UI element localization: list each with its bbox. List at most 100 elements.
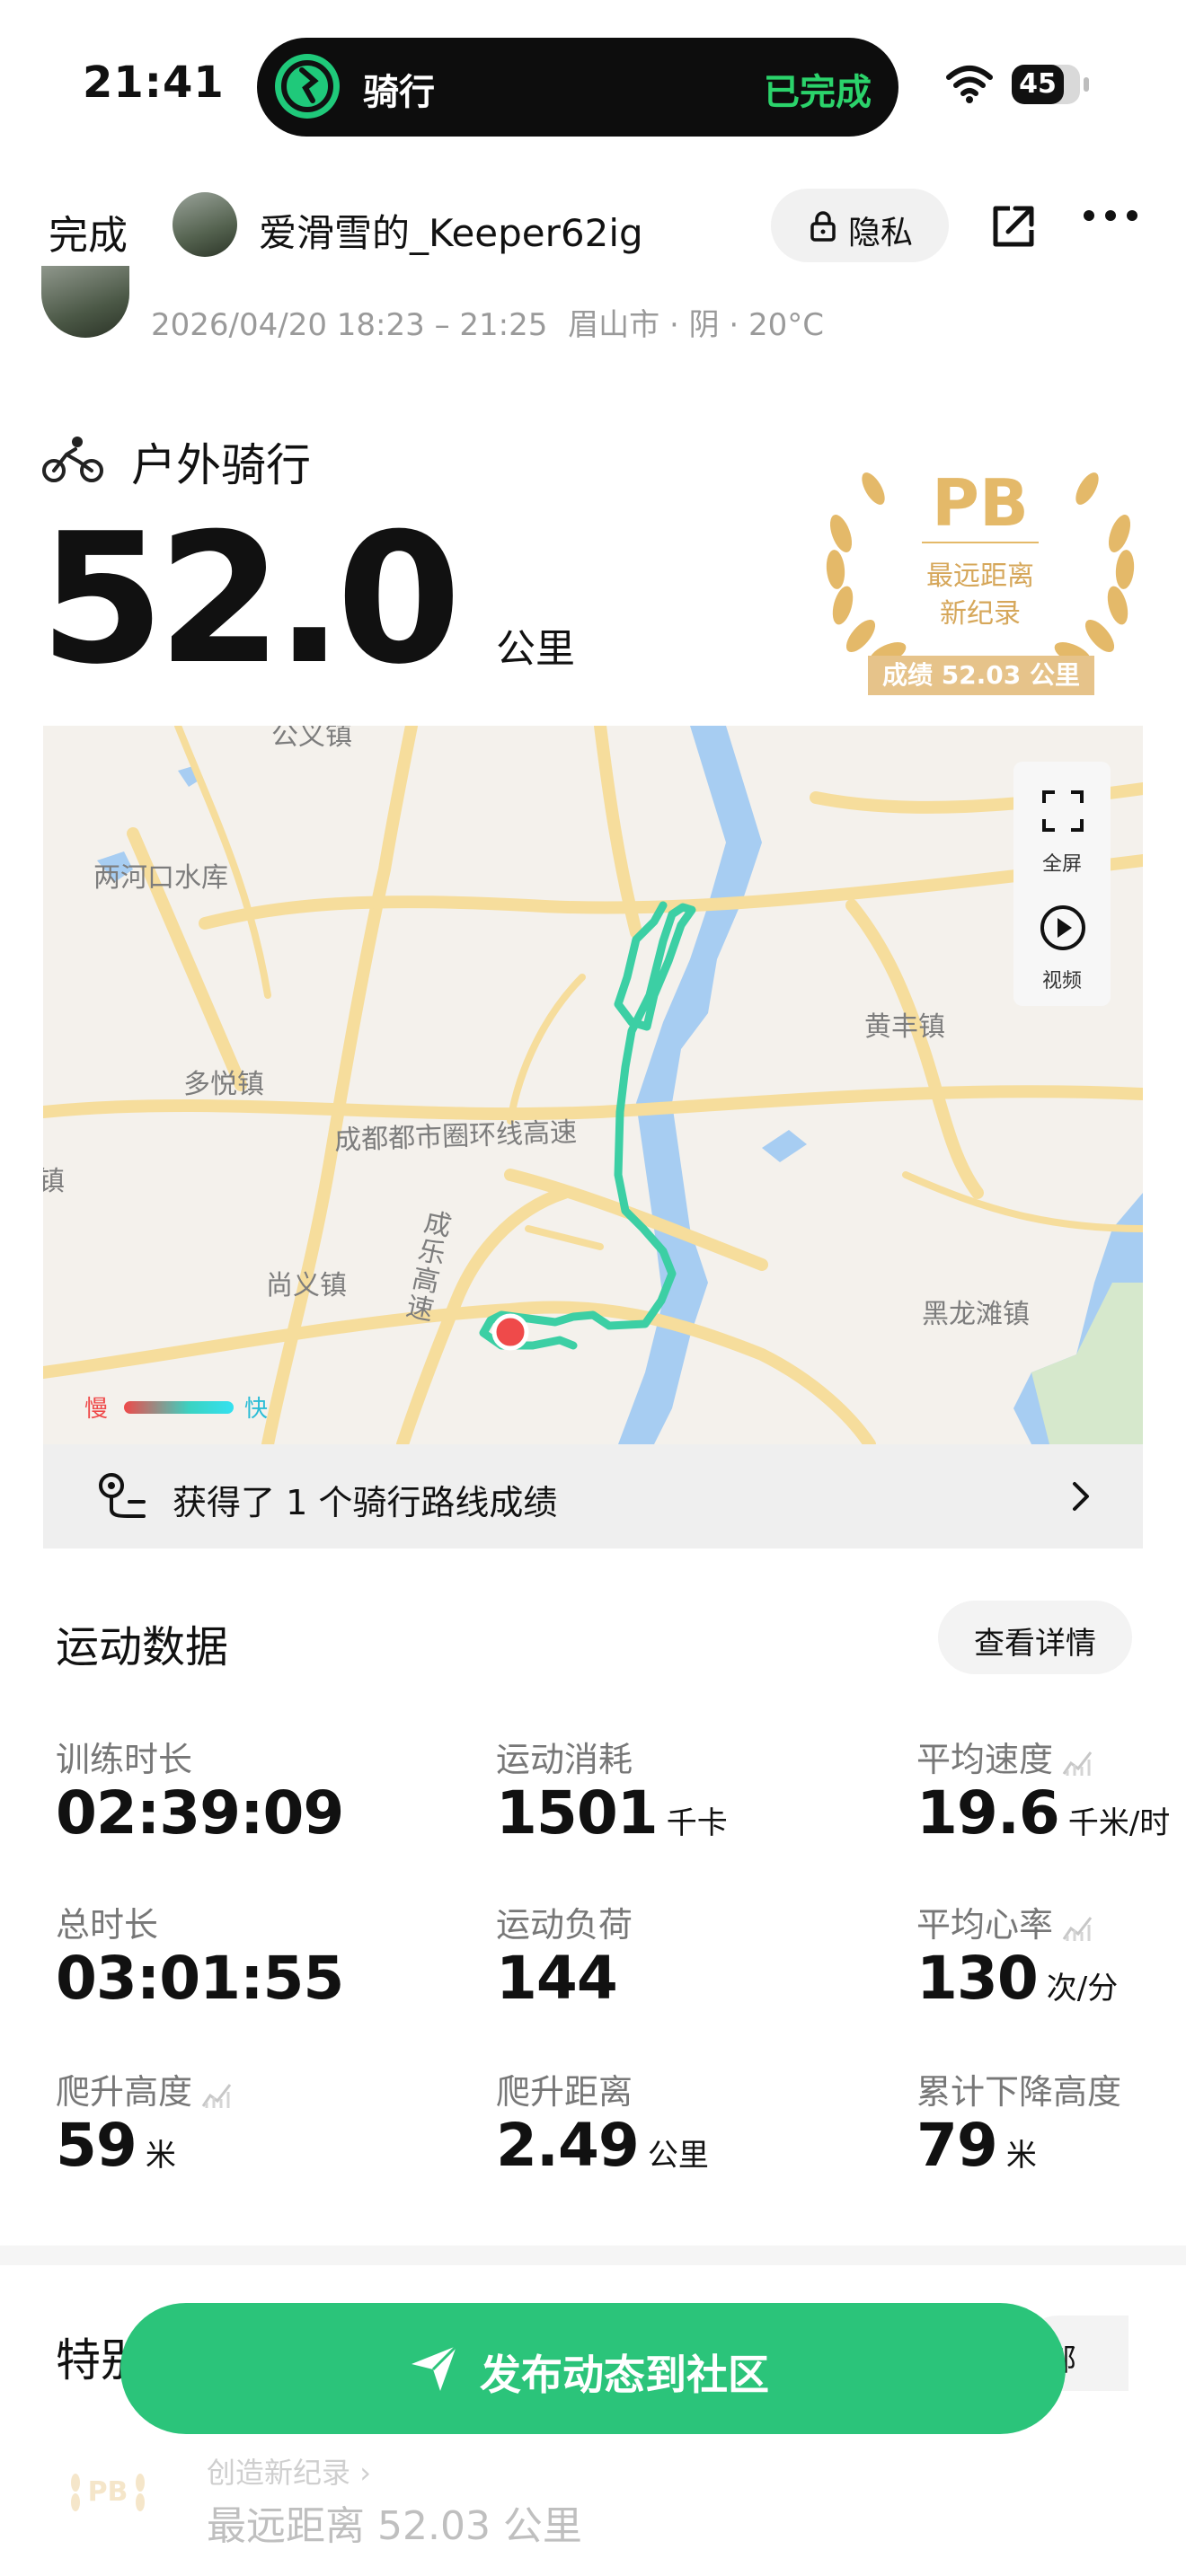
stat-value-number: 02:39:09 [56,1778,344,1848]
stat-value: 1501 千卡 [496,1778,728,1848]
fullscreen-label[interactable]: 全屏 [1013,848,1111,877]
island-status: 已完成 [764,72,872,113]
stat-label-text: 累计下降高度 [916,2072,1122,2112]
stat-label: 平均速度 [916,1732,1096,1781]
dynamic-island[interactable]: 骑行 已完成 [257,38,898,137]
stat-value-number: 03:01:55 [56,1944,344,2013]
activity-datetime: 2026/04/20 18:23 – 21:25 [151,307,548,343]
video-label[interactable]: 视频 [1013,965,1111,993]
stat-label: 爬升距离 [496,2064,633,2113]
activity-weather: 阴 [688,307,720,343]
pb-label: PB [932,465,1029,541]
island-title: 骑行 [363,72,435,113]
stat-value-number: 19.6 [916,1778,1060,1848]
map-label-top: 公义镇 [271,726,352,752]
map-label-huangfeng: 黄丰镇 [864,1011,945,1043]
stat-value: 19.6 千米/时 [916,1778,1170,1848]
pb-line1: 最远距离 [926,560,1034,592]
pb-score: 成绩 52.03 公里 [868,656,1094,695]
stat-unit: 千米/时 [1067,1805,1171,1841]
distance-unit: 公里 [496,626,575,672]
stat-value-number: 59 [56,2111,137,2180]
map-label-ring-expressway: 成都都市圈环线高速 [333,1116,578,1157]
activity-type: 户外骑行 [131,439,311,491]
stat-label-text: 爬升距离 [496,2072,633,2112]
route-achievement-text: 获得了 1 个骑行路线成绩 [173,1483,558,1522]
map-label-reservoir: 两河口水库 [93,862,228,894]
stat-unit: 次/分 [1046,1971,1119,2007]
trend-chart-icon[interactable] [1060,1912,1096,1943]
stat-label: 爬升高度 [56,2064,235,2113]
privacy-button[interactable]: 隐私 [771,189,949,262]
trend-chart-icon[interactable] [1060,1747,1096,1778]
status-time: 21:41 [83,57,225,108]
stat-label-text: 爬升高度 [56,2072,193,2112]
avatar[interactable] [173,192,237,257]
record-value: 最远距离 52.03 公里 [207,2503,582,2549]
map-label-duoyue: 多悦镇 [183,1069,264,1100]
stat-label-text: 训练时长 [56,1740,193,1779]
stat-label-text: 运动负荷 [496,1905,633,1945]
trend-chart-icon[interactable] [199,2079,235,2110]
map-label-heilongtan: 黑龙滩镇 [922,1299,1030,1330]
stat-label: 总时长 [56,1897,158,1946]
stat-label: 运动消耗 [496,1732,633,1781]
pb-mini-badge: PB [63,2447,153,2536]
profile-avatar[interactable] [41,266,129,338]
stat-label: 累计下降高度 [916,2064,1121,2113]
stat-value-number: 2.49 [496,2111,640,2180]
wifi-icon [945,65,994,108]
sport-data-title: 运动数据 [56,1622,229,1672]
lock-icon [809,210,837,246]
battery-level: 45 [1012,65,1064,104]
share-icon[interactable] [988,201,1039,255]
stat-value-number: 1501 [496,1778,659,1848]
username[interactable]: 爱滑雪的_Keeper62ig [259,203,643,258]
speed-legend-bar [124,1401,234,1414]
stat-value-number: 130 [916,1944,1039,2013]
stat-value: 130 次/分 [916,1944,1118,2013]
battery-icon: 45 [1012,65,1089,104]
stat-value: 02:39:09 [56,1778,344,1848]
send-icon [408,2342,460,2398]
route-map[interactable]: 公义镇 两河口水库 多悦镇 成都都市圈环线高速 镇 尚义镇 成乐高速 黄丰镇 黑… [43,726,1143,1444]
map-tools: 全屏 视频 [1013,762,1111,1006]
view-details-button[interactable]: 查看详情 [938,1601,1132,1674]
record-link-label: 创造新纪录 [207,2456,351,2490]
stat-value: 59 米 [56,2111,176,2180]
chevron-right-icon [1071,1480,1091,1516]
distance-value: 52.0 [40,495,461,704]
stat-value: 03:01:55 [56,1944,344,2013]
stat-label-text: 运动消耗 [496,1740,633,1779]
activity-location: 眉山市 [568,307,660,343]
meta-separator: · [659,307,689,343]
stat-value: 2.49 公里 [496,2111,709,2180]
legend-slow: 慢 [84,1396,109,1423]
meta-separator: · [719,307,749,343]
stat-label: 训练时长 [56,1732,192,1781]
route-achievement-row[interactable]: 获得了 1 个骑行路线成绩 [43,1444,1143,1548]
stat-unit: 千卡 [666,1805,728,1841]
bicycle-icon [41,435,104,489]
stat-label: 运动负荷 [496,1897,633,1946]
view-details-label: 查看详情 [974,1626,1096,1662]
chevron-right-icon: › [359,2456,371,2490]
section-divider [0,2245,1186,2265]
svg-text:PB: PB [88,2476,128,2508]
publish-to-community-button[interactable]: 发布动态到社区 [120,2303,1066,2434]
stat-label-text: 平均心率 [916,1905,1054,1945]
stat-value-number: 144 [496,1944,618,2013]
stat-unit: 公里 [647,2138,709,2174]
cycling-app-icon [275,54,340,119]
stat-unit: 米 [145,2138,176,2174]
more-icon[interactable] [1082,208,1139,226]
record-link[interactable]: 创造新纪录 › [207,2450,371,2492]
stat-label: 平均心率 [916,1897,1096,1946]
stat-label-text: 平均速度 [916,1740,1054,1779]
stat-unit: 米 [1005,2138,1037,2174]
done-button[interactable]: 完成 [49,203,128,260]
activity-meta: 2026/04/20 18:23 – 21:25 眉山市 · 阴 · 20°C [151,300,824,344]
stat-value-number: 79 [916,2111,998,2180]
stat-label-text: 总时长 [56,1905,159,1945]
map-label-shangyi: 尚义镇 [266,1270,347,1301]
